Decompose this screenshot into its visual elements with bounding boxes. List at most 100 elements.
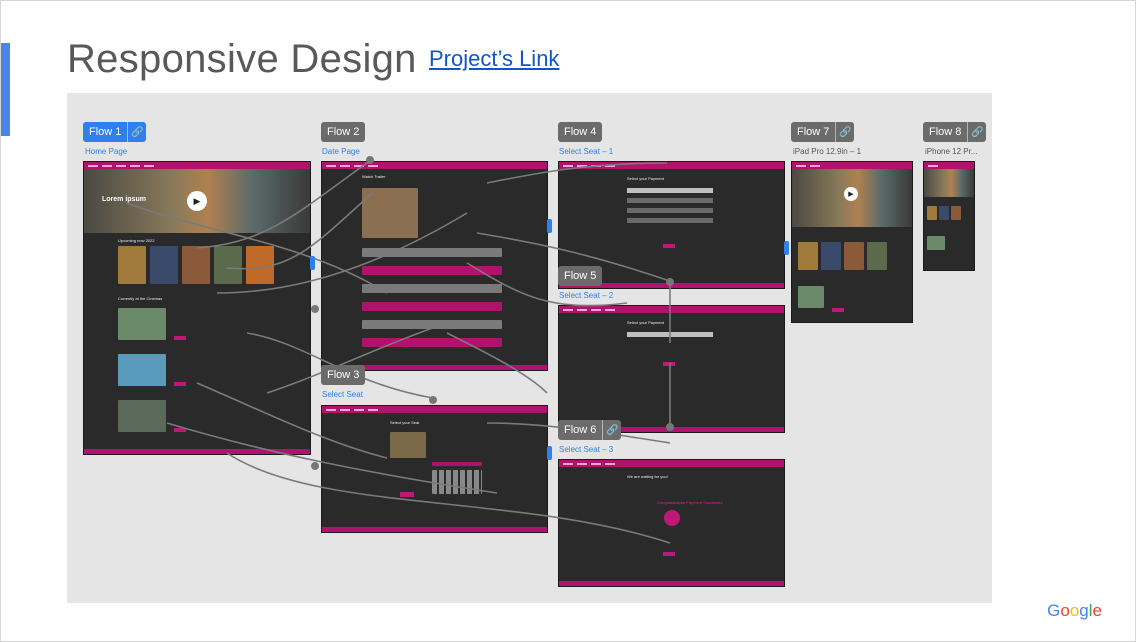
connection-handle[interactable]: [547, 219, 552, 233]
poster[interactable]: [798, 242, 818, 270]
trailer-thumb[interactable]: [362, 188, 418, 238]
movie-thumb[interactable]: [118, 308, 166, 340]
frame-label-date: Date Page: [322, 147, 360, 156]
date-row[interactable]: [362, 284, 502, 293]
home-page-frame[interactable]: ▶ Lorem ipsum Upcoming now 2022 Currentl…: [83, 161, 311, 455]
payment-option[interactable]: [627, 198, 713, 203]
project-link[interactable]: Project’s Link: [429, 46, 559, 72]
movie-thumb[interactable]: [927, 236, 945, 250]
upcoming-heading: Upcoming now 2022: [118, 238, 155, 243]
footer-bar: [322, 527, 547, 532]
trailer-button[interactable]: [174, 382, 186, 386]
flow-tag-7[interactable]: Flow 7 🔗: [791, 122, 855, 142]
poster[interactable]: [150, 246, 178, 284]
poster[interactable]: [867, 242, 887, 270]
flow-tag-1[interactable]: Flow 1 🔗: [83, 122, 147, 142]
poster[interactable]: [821, 242, 841, 270]
flow-name: Flow 5: [564, 270, 597, 282]
flow-tag-3[interactable]: Flow 3: [321, 365, 366, 385]
poster[interactable]: [182, 246, 210, 284]
flow-name: Flow 4: [564, 126, 597, 138]
select-seat-2-frame[interactable]: Select your Payment: [558, 305, 785, 433]
connection-node[interactable]: [366, 156, 374, 164]
hero-heading: Lorem ipsum: [102, 196, 146, 203]
date-row[interactable]: [362, 266, 502, 275]
link-icon[interactable]: 🔗: [967, 122, 986, 142]
hero-banner: ▶ Lorem ipsum: [84, 169, 310, 233]
connection-node[interactable]: [311, 462, 319, 470]
poster[interactable]: [844, 242, 864, 270]
link-icon[interactable]: 🔗: [127, 122, 146, 142]
pay-button[interactable]: [663, 362, 675, 366]
ipad-frame[interactable]: ▶: [791, 161, 913, 323]
iphone-frame[interactable]: [923, 161, 975, 271]
trailer-button[interactable]: [832, 308, 844, 312]
nav-bar: [322, 162, 547, 169]
prototype-canvas: Flow 1 🔗 Home Page Flow 2 Date Page Flow…: [67, 93, 992, 603]
book-button[interactable]: [400, 492, 414, 497]
poster[interactable]: [214, 246, 242, 284]
screen-indicator: [432, 462, 482, 466]
slide: Responsive Design Project’s Link Flow 1 …: [0, 0, 1136, 642]
done-button[interactable]: [663, 552, 675, 556]
poster[interactable]: [951, 206, 961, 220]
connection-handle[interactable]: [784, 241, 789, 255]
poster[interactable]: [118, 246, 146, 284]
frame-label-iphone: iPhone 12 Pr...: [925, 147, 978, 156]
poster[interactable]: [927, 206, 937, 220]
play-icon[interactable]: ▶: [844, 187, 858, 201]
select-seat-heading: Select your Seat: [390, 420, 420, 425]
flow-tag-5[interactable]: Flow 5: [558, 266, 603, 286]
flow-name: Flow 2: [327, 126, 360, 138]
seat-grid[interactable]: [432, 470, 482, 494]
trailer-button[interactable]: [174, 336, 186, 340]
connection-node[interactable]: [666, 278, 674, 286]
movie-thumb[interactable]: [798, 286, 824, 308]
payment-option[interactable]: [627, 208, 713, 213]
connection-node[interactable]: [666, 423, 674, 431]
date-row[interactable]: [362, 248, 502, 257]
flow-name: Flow 8: [929, 126, 962, 138]
link-icon[interactable]: 🔗: [602, 420, 621, 440]
payment-option[interactable]: [627, 332, 713, 337]
connection-handle[interactable]: [547, 446, 552, 460]
date-row[interactable]: [362, 338, 502, 347]
play-icon[interactable]: ▶: [187, 191, 207, 211]
date-page-frame[interactable]: Watch Trailer: [321, 161, 548, 371]
payment-option[interactable]: [627, 218, 713, 223]
date-row[interactable]: [362, 302, 502, 311]
pay-button[interactable]: [663, 244, 675, 248]
select-seat-3-frame[interactable]: We are waiting for you! Congratulations …: [558, 459, 785, 587]
nav-bar: [559, 306, 784, 313]
date-row[interactable]: [362, 320, 502, 329]
connection-handle[interactable]: [310, 256, 315, 270]
payment-heading: Select your Payment: [627, 320, 664, 325]
flow-name: Flow 7: [797, 126, 830, 138]
poster[interactable]: [939, 206, 949, 220]
link-icon[interactable]: 🔗: [835, 122, 854, 142]
frame-label-seat-1: Select Seat – 1: [559, 147, 614, 156]
nav-bar: [84, 162, 310, 169]
movie-thumb[interactable]: [118, 354, 166, 386]
connection-node[interactable]: [311, 305, 319, 313]
payment-heading: Select your Payment: [627, 176, 664, 181]
frame-label-home: Home Page: [85, 147, 128, 156]
flow-tag-4[interactable]: Flow 4: [558, 122, 603, 142]
waiting-heading: We are waiting for you!: [627, 474, 668, 479]
select-seat-frame[interactable]: Select your Seat: [321, 405, 548, 533]
flow-tag-8[interactable]: Flow 8 🔗: [923, 122, 987, 142]
hero-banner: ▶: [792, 169, 912, 227]
payment-option[interactable]: [627, 188, 713, 193]
congrats-text: Congratulations Payment Successful: [657, 500, 723, 505]
connection-node[interactable]: [429, 396, 437, 404]
flow-tag-6[interactable]: Flow 6 🔗: [558, 420, 622, 440]
movie-thumb[interactable]: [118, 400, 166, 432]
trailer-button[interactable]: [174, 428, 186, 432]
nav-bar: [322, 406, 547, 413]
flow-tag-2[interactable]: Flow 2: [321, 122, 366, 142]
poster[interactable]: [246, 246, 274, 284]
frame-label-ipad: iPad Pro 12.9in – 1: [793, 147, 862, 156]
accent-bar: [1, 43, 10, 136]
google-logo: Google: [1047, 601, 1102, 620]
nav-bar: [924, 162, 974, 169]
